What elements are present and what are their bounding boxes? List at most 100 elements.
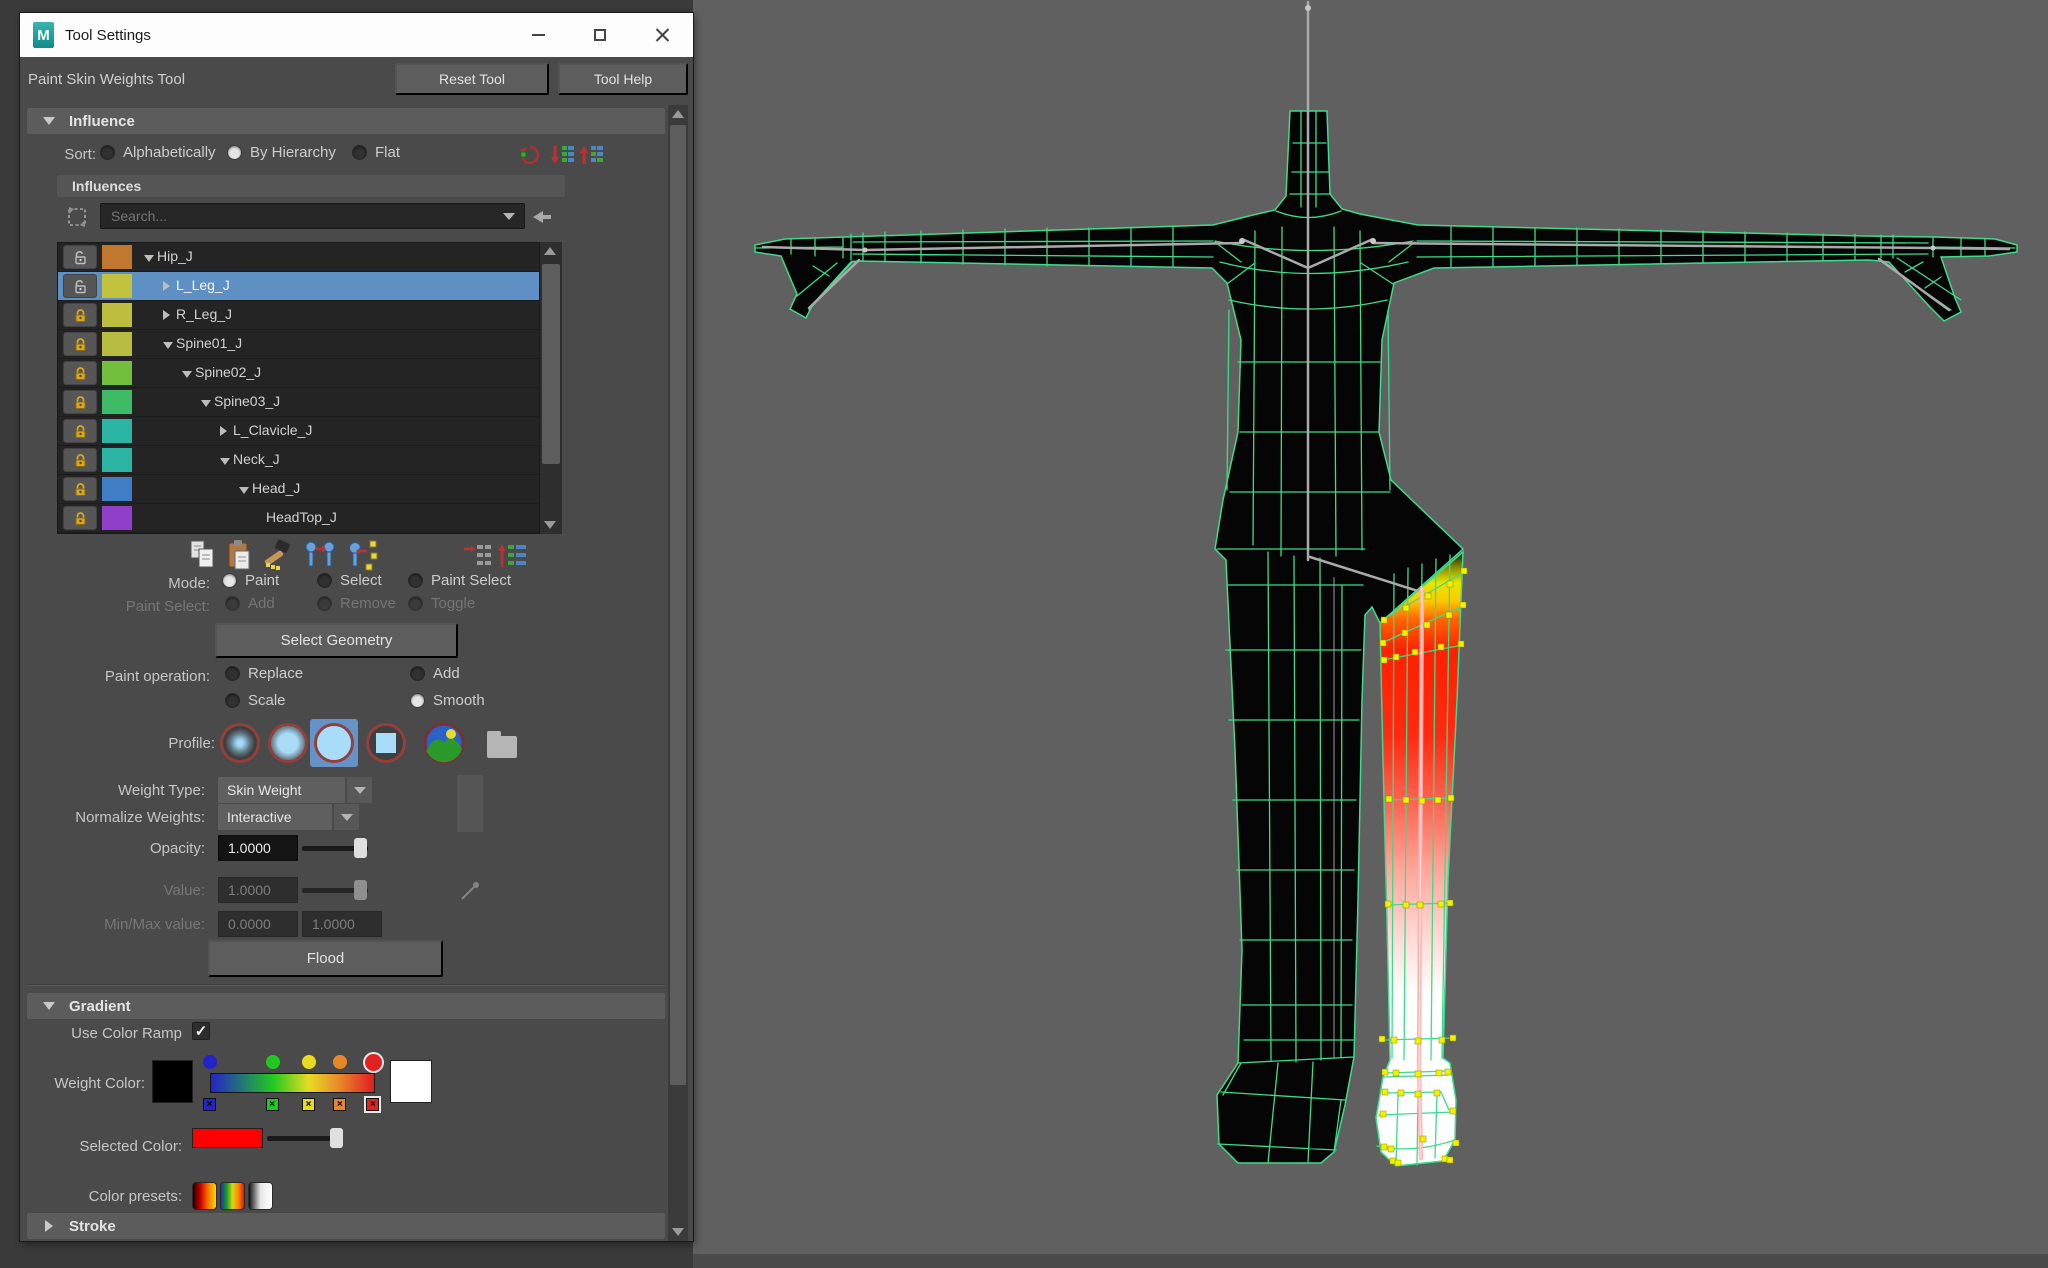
show-selected-list-icon[interactable]	[462, 541, 492, 573]
normalize-weights-select[interactable]: Interactive	[218, 804, 332, 830]
minimize-button[interactable]	[507, 13, 569, 57]
ramp-handle-1[interactable]	[266, 1055, 280, 1069]
joint-color-swatch[interactable]	[102, 390, 132, 414]
panel-scrollbar-thumb[interactable]	[670, 125, 686, 1085]
ramp-handle-3[interactable]	[333, 1055, 347, 1069]
collapse-arrow-icon[interactable]	[239, 487, 249, 494]
ramp-handle-4[interactable]	[365, 1054, 382, 1071]
section-gradient[interactable]: Gradient	[27, 993, 665, 1019]
influence-row-L_Clavicle_J[interactable]: L_Clavicle_J	[58, 417, 539, 446]
radio-icon[interactable]	[410, 693, 425, 708]
maximize-button[interactable]	[569, 13, 631, 57]
search-input[interactable]	[101, 207, 503, 225]
reset-tool-button[interactable]: Reset Tool	[395, 63, 549, 95]
paint-operation-option-scale[interactable]: Scale	[225, 692, 286, 709]
collapse-arrow-icon[interactable]	[220, 458, 230, 465]
joint-color-swatch[interactable]	[102, 506, 132, 530]
profile-image-brush[interactable]	[422, 721, 466, 765]
move-vertices-icon[interactable]	[348, 539, 378, 571]
ramp-delete-handle-1[interactable]: ×	[266, 1098, 279, 1111]
refresh-influences-icon[interactable]	[518, 143, 542, 167]
ramp-handle-2[interactable]	[302, 1055, 316, 1069]
radio-icon[interactable]	[222, 573, 237, 588]
profile-solid-brush[interactable]	[310, 719, 358, 767]
weight-color-left-swatch[interactable]	[152, 1060, 193, 1103]
radio-icon[interactable]	[225, 666, 240, 681]
lock-icon[interactable]	[63, 448, 97, 472]
influence-row-R_Leg_J[interactable]: R_Leg_J	[58, 301, 539, 330]
copy-weights-icon[interactable]	[188, 539, 218, 571]
tool-help-button[interactable]: Tool Help	[558, 63, 688, 95]
selected-color-slider-handle[interactable]	[330, 1128, 343, 1148]
expand-arrow-icon[interactable]	[220, 426, 227, 436]
opacity-input[interactable]: 1.0000	[218, 835, 298, 861]
influence-row-Neck_J[interactable]: Neck_J	[58, 446, 539, 475]
collapse-arrow-icon[interactable]	[163, 342, 173, 349]
joint-color-swatch[interactable]	[102, 332, 132, 356]
viewport-3d[interactable]	[693, 0, 2048, 1268]
list-scroll-down-icon[interactable]	[544, 521, 556, 529]
radio-icon[interactable]	[100, 145, 115, 160]
joint-color-swatch[interactable]	[102, 361, 132, 385]
joint-color-swatch[interactable]	[102, 448, 132, 472]
show-all-list-icon[interactable]	[497, 541, 527, 573]
paint-operation-option-smooth[interactable]: Smooth	[410, 692, 485, 709]
sort-option-by-hierarchy[interactable]: By Hierarchy	[227, 144, 336, 161]
unlock-icon[interactable]	[63, 245, 97, 269]
ramp-delete-handle-0[interactable]: ×	[203, 1098, 216, 1111]
radio-icon[interactable]	[410, 666, 425, 681]
sort-option-alphabetically[interactable]: Alphabetically	[100, 144, 216, 161]
selected-color-swatch[interactable]	[192, 1128, 263, 1148]
color-ramp-bar[interactable]	[210, 1073, 375, 1093]
radio-icon[interactable]	[317, 573, 332, 588]
sort-list-up-icon[interactable]	[580, 143, 604, 167]
mode-option-paint-select[interactable]: Paint Select	[408, 572, 511, 589]
collapse-arrow-icon[interactable]	[182, 371, 192, 378]
influence-row-Hip_J[interactable]: Hip_J	[58, 243, 539, 272]
sort-list-down-icon[interactable]	[551, 143, 575, 167]
influence-row-Spine02_J[interactable]: Spine02_J	[58, 359, 539, 388]
collapse-arrow-icon[interactable]	[144, 255, 154, 262]
radio-icon[interactable]	[408, 573, 423, 588]
lock-icon[interactable]	[63, 477, 97, 501]
weight-type-select[interactable]: Skin Weight	[218, 777, 345, 803]
mode-option-select[interactable]: Select	[317, 572, 382, 589]
lock-icon[interactable]	[63, 361, 97, 385]
profile-gaussian-brush[interactable]	[218, 721, 262, 765]
radio-icon[interactable]	[225, 693, 240, 708]
selection-filter-icon[interactable]	[65, 205, 89, 229]
select-geometry-button[interactable]: Select Geometry	[215, 623, 458, 658]
scroll-down-icon[interactable]	[672, 1228, 684, 1236]
ramp-delete-handle-4[interactable]: ×	[366, 1098, 379, 1111]
list-scroll-up-icon[interactable]	[544, 247, 556, 255]
influence-row-Spine03_J[interactable]: Spine03_J	[58, 388, 539, 417]
influence-row-L_Leg_J[interactable]: L_Leg_J	[58, 272, 539, 301]
profile-browse-folder-icon[interactable]	[480, 725, 524, 769]
ramp-delete-handle-3[interactable]: ×	[333, 1098, 346, 1111]
joint-color-swatch[interactable]	[102, 419, 132, 443]
lock-icon[interactable]	[63, 506, 97, 530]
lock-icon[interactable]	[63, 303, 97, 327]
mode-option-paint[interactable]: Paint	[222, 572, 279, 589]
ramp-handle-0[interactable]	[203, 1055, 217, 1069]
titlebar[interactable]: M Tool Settings	[20, 13, 693, 57]
expand-arrow-icon[interactable]	[163, 310, 170, 320]
joint-color-swatch[interactable]	[102, 245, 132, 269]
profile-soft-brush[interactable]	[266, 721, 310, 765]
influence-list-scrollbar-thumb[interactable]	[542, 264, 560, 464]
pin-influence-icon[interactable]	[530, 205, 554, 229]
radio-icon[interactable]	[352, 145, 367, 160]
color-preset-0[interactable]	[192, 1182, 217, 1210]
profile-square-brush[interactable]	[364, 721, 408, 765]
influence-row-Head_J[interactable]: Head_J	[58, 475, 539, 504]
hammer-weights-icon[interactable]	[262, 539, 292, 571]
color-preset-1[interactable]	[220, 1182, 245, 1210]
close-button[interactable]	[631, 13, 693, 57]
color-preset-2[interactable]	[248, 1182, 273, 1210]
paint-operation-option-replace[interactable]: Replace	[225, 665, 303, 682]
ramp-delete-handle-2[interactable]: ×	[302, 1098, 315, 1111]
section-influence[interactable]: Influence	[27, 108, 665, 134]
paste-weights-icon[interactable]	[225, 539, 255, 571]
joint-color-swatch[interactable]	[102, 274, 132, 298]
flood-button[interactable]: Flood	[208, 940, 443, 977]
